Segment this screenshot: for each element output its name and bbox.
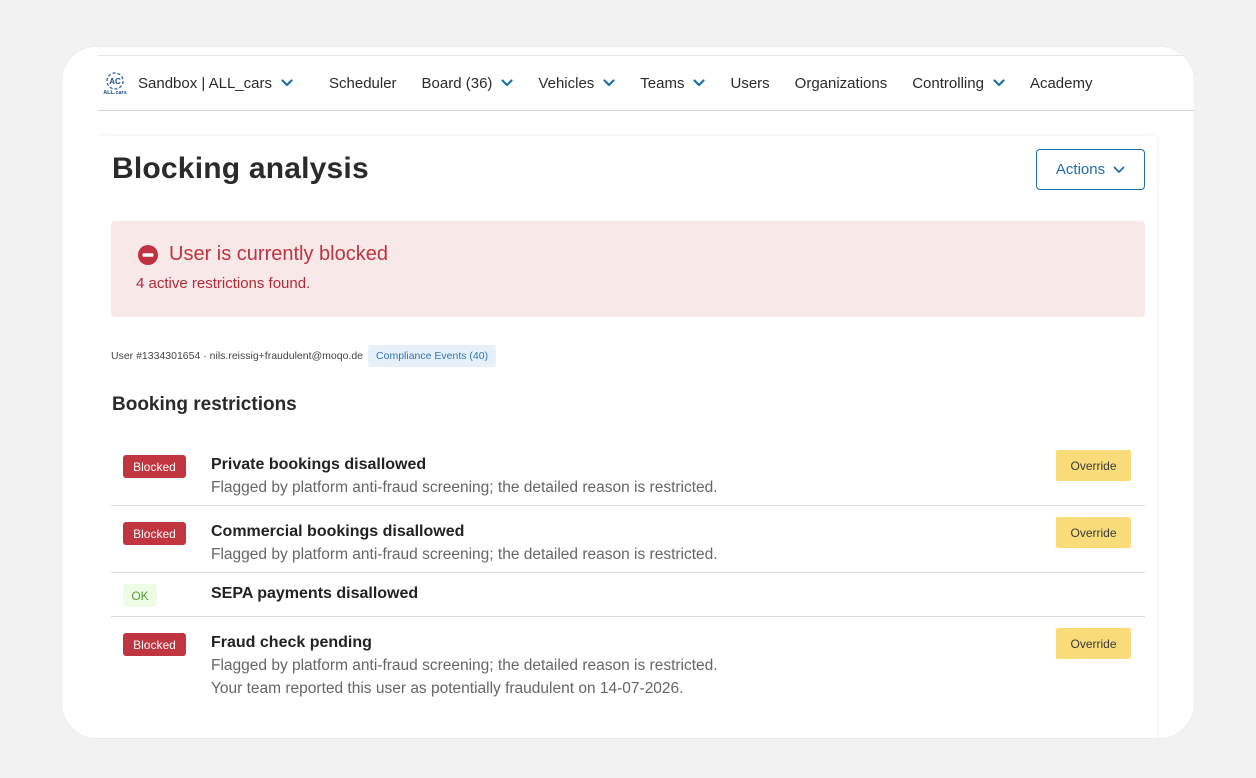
svg-text:AC: AC <box>109 77 121 86</box>
nav-item-scheduler[interactable]: Scheduler <box>329 75 397 92</box>
chevron-down-icon <box>993 79 1005 87</box>
nav-item-label: Teams <box>640 74 685 92</box>
restriction-reason: Flagged by platform anti-fraud screening… <box>211 546 718 563</box>
allcars-logo-icon: AC ALL.cars <box>103 72 127 96</box>
nav-item-label: Board (36) <box>421 74 493 92</box>
actions-label: Actions <box>1055 161 1106 178</box>
no-entry-icon <box>138 245 158 265</box>
nav-links: Scheduler Board (36) Vehicles Teams Users Org… <box>329 75 1117 92</box>
nav-item-controlling[interactable]: Controlling <box>912 75 1005 92</box>
status-badge: Blocked <box>123 455 186 478</box>
chevron-down-icon <box>501 79 514 87</box>
blocking-analysis-card: Blocking analysis Actions User is curren… <box>98 136 1157 738</box>
chevron-down-icon <box>1113 166 1125 173</box>
nav-item-label: Academy <box>1029 74 1093 92</box>
brand-label: Sandbox | ALL_cars <box>138 74 272 92</box>
user-id-email: User #1334301654 · nils.reissig+fraudule… <box>111 350 364 362</box>
nav-item-board-36[interactable]: Board (36) <box>422 75 514 92</box>
status-badge: Blocked <box>123 633 186 656</box>
user-meta: User #1334301654 · nils.reissig+fraudule… <box>111 345 497 367</box>
override-button[interactable]: Override <box>1056 450 1131 481</box>
nav-item-vehicles[interactable]: Vehicles <box>538 75 615 92</box>
restrictions-list: Blocked Private bookings disallowed Flagge… <box>111 439 1145 707</box>
nav-item-academy[interactable]: Academy <box>1030 75 1093 92</box>
nav-item-teams[interactable]: Teams <box>640 74 706 92</box>
nav-item-label: Scheduler <box>329 74 397 92</box>
restriction-reason: Flagged by platform anti-fraud screening… <box>211 479 718 496</box>
chevron-down-icon <box>603 79 615 87</box>
svg-text:ALL.cars: ALL.cars <box>103 90 127 96</box>
restriction-title: Commercial bookings disallowed <box>211 523 465 540</box>
override-button[interactable]: Override <box>1056 517 1131 548</box>
alert-title: User is currently blocked <box>169 243 388 265</box>
chevron-down-icon <box>693 79 706 87</box>
restriction-row: Blocked Private bookings disallowed Flagge… <box>111 439 1145 506</box>
restriction-row: OK SEPA payments disallowed <box>111 573 1145 617</box>
top-navbar: AC ALL.cars Sandbox | ALL_cars Scheduler… <box>98 56 1194 111</box>
restriction-row: Blocked Fraud check pending Flagged by pla… <box>111 617 1145 707</box>
nav-item-users[interactable]: Users <box>730 75 769 92</box>
nav-item-label: Organizations <box>794 74 888 92</box>
status-badge: OK <box>123 584 157 607</box>
restriction-reason: Your team reported this user as potentia… <box>211 680 684 697</box>
page-title: Blocking analysis <box>112 152 369 185</box>
restriction-title: SEPA payments disallowed <box>211 585 419 602</box>
blocked-alert: User is currently blocked 4 active restr… <box>111 221 1145 317</box>
actions-dropdown-button[interactable]: Actions <box>1036 149 1145 190</box>
restriction-title: Private bookings disallowed <box>211 456 427 473</box>
nav-item-label: Users <box>730 74 770 92</box>
nav-item-organizations[interactable]: Organizations <box>795 75 888 92</box>
compliance-events-link[interactable]: Compliance Events (40) <box>368 345 497 367</box>
section-title: Booking restrictions <box>112 394 297 415</box>
screenshot-frame: AC ALL.cars Sandbox | ALL_cars Scheduler… <box>62 47 1194 738</box>
status-badge: Blocked <box>123 522 186 545</box>
nav-item-label: Controlling <box>912 74 984 92</box>
override-button[interactable]: Override <box>1056 628 1131 659</box>
nav-item-label: Vehicles <box>538 74 595 92</box>
alert-text: 4 active restrictions found. <box>136 275 311 292</box>
chevron-down-icon <box>281 79 293 87</box>
app-window: AC ALL.cars Sandbox | ALL_cars Scheduler… <box>98 55 1194 738</box>
brand-switcher[interactable]: AC ALL.cars Sandbox | ALL_cars <box>102 70 293 96</box>
restriction-title: Fraud check pending <box>211 634 372 651</box>
restriction-reason: Flagged by platform anti-fraud screening… <box>211 657 718 674</box>
restriction-row: Blocked Commercial bookings disallowed Fla… <box>111 506 1145 573</box>
